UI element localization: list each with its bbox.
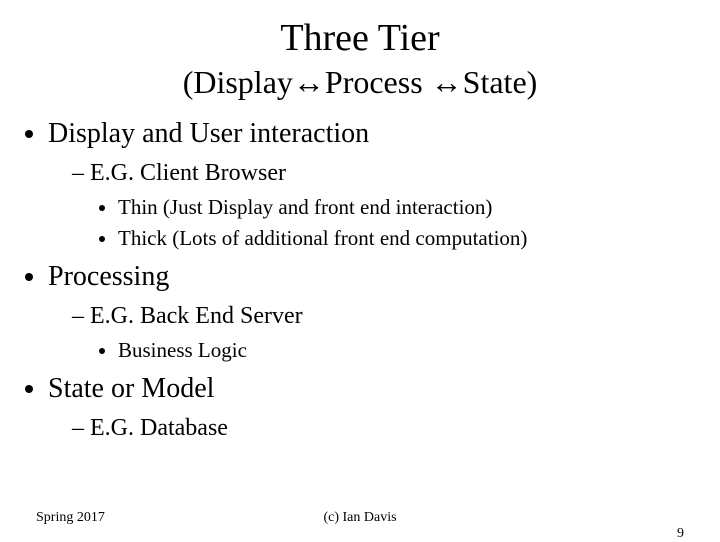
bullet-list: Display and User interaction E.G. Client… [0, 115, 720, 445]
list-item: Business Logic [118, 336, 720, 364]
footer-copyright: (c) Ian Davis [36, 510, 684, 526]
list-item: E.G. Database [72, 412, 720, 444]
list-item: E.G. Client Browser Thin (Just Display a… [72, 157, 720, 252]
list-item: Display and User interaction E.G. Client… [48, 115, 720, 252]
footer-term: Spring 2017 [36, 510, 105, 526]
list-item: Thin (Just Display and front end interac… [118, 193, 720, 221]
slide: Three Tier (Display↔Process ↔State) Disp… [0, 0, 720, 540]
bullet-text: Business Logic [118, 338, 247, 362]
bullet-text: Display and User interaction [48, 118, 369, 149]
bullet-text: Thin (Just Display and front end interac… [118, 195, 492, 219]
list-item: State or Model E.G. Database [48, 370, 720, 444]
list-item: Thick (Lots of additional front end comp… [118, 224, 720, 252]
slide-footer: Spring 2017 (c) Ian Davis 9 [0, 510, 720, 526]
bullet-text: Processing [48, 261, 169, 292]
list-item: E.G. Back End Server Business Logic [72, 300, 720, 365]
bullet-text: E.G. Database [90, 415, 228, 441]
bullet-text: E.G. Back End Server [90, 303, 303, 329]
bullet-text: State or Model [48, 373, 214, 404]
slide-title: Three Tier [0, 16, 720, 60]
bullet-text: Thick (Lots of additional front end comp… [118, 226, 527, 250]
bullet-text: E.G. Client Browser [90, 160, 286, 186]
slide-subtitle: (Display↔Process ↔State) [0, 64, 720, 101]
list-item: Processing E.G. Back End Server Business… [48, 258, 720, 365]
